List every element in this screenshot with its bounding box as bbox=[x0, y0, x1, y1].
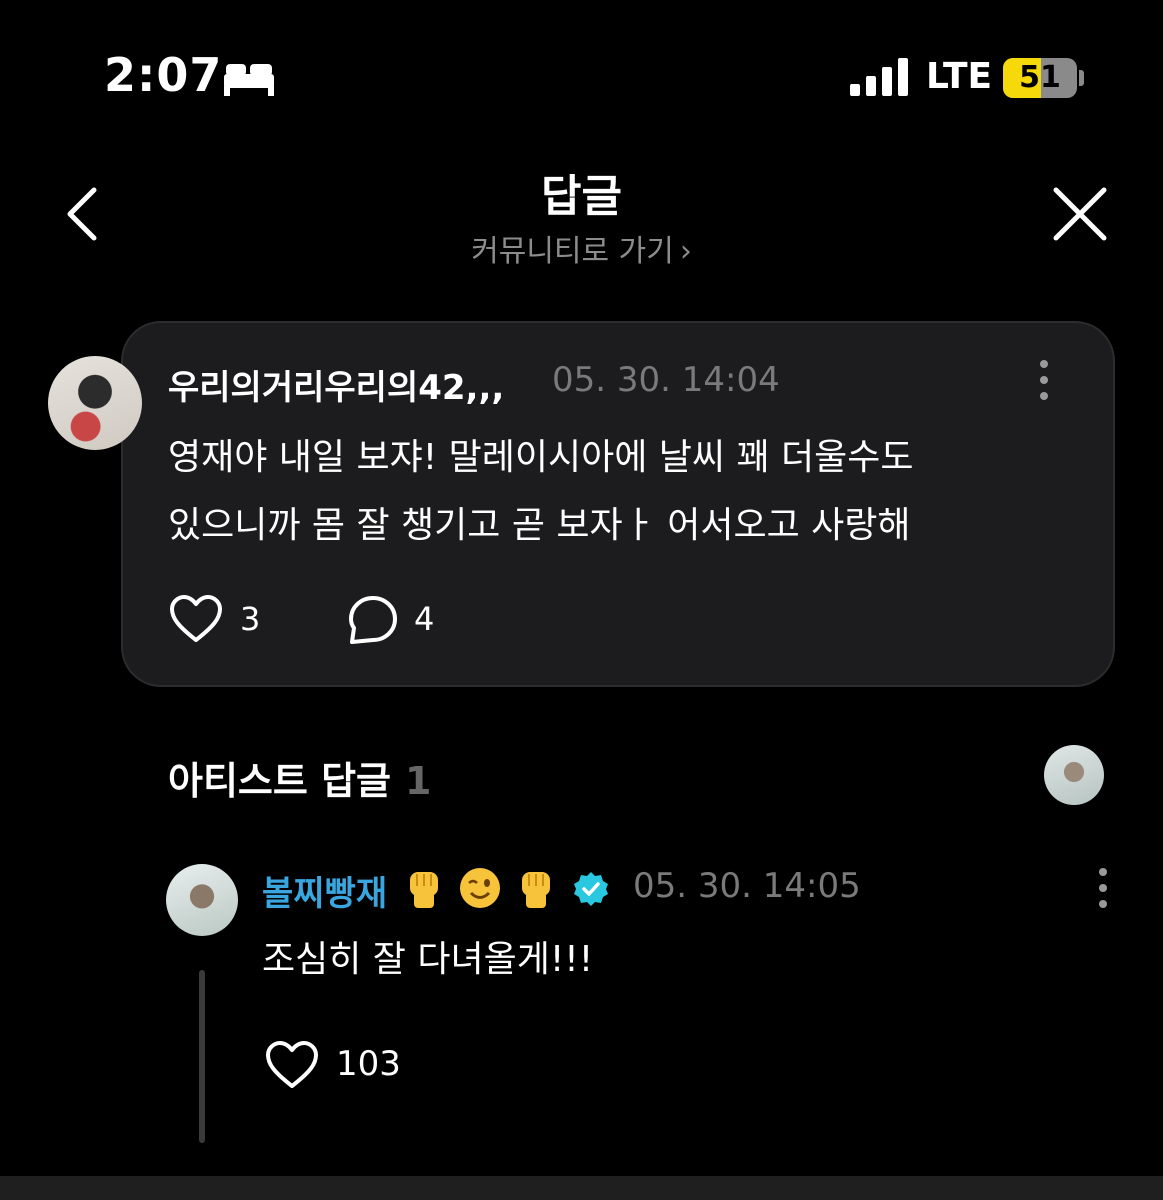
comment-timestamp: 05. 30. 14:04 bbox=[552, 360, 780, 400]
verified-badge-icon bbox=[574, 872, 608, 906]
artist-avatar[interactable] bbox=[166, 864, 238, 936]
wink-emoji-icon bbox=[460, 868, 500, 908]
battery-tip bbox=[1079, 70, 1084, 86]
thread-line bbox=[199, 970, 205, 1143]
bottom-bar bbox=[0, 1176, 1163, 1200]
status-time: 2:07 bbox=[104, 48, 223, 102]
comment-body-line-1: 영재야 내일 보쟈! 말레이시아에 날씨 꽤 더울수도 bbox=[168, 437, 914, 478]
artist-reply-timestamp: 05. 30. 14:05 bbox=[633, 866, 861, 906]
go-to-community-link[interactable]: 커뮤니티로 가기 › bbox=[0, 226, 1163, 270]
heart-icon[interactable] bbox=[168, 594, 224, 644]
heart-icon[interactable] bbox=[264, 1040, 320, 1090]
avatar[interactable] bbox=[48, 356, 142, 450]
artist-replies-heading: 아티스트 답글 1 bbox=[168, 750, 431, 805]
bed-icon bbox=[224, 64, 274, 96]
artist-username[interactable]: 볼찌빵재 bbox=[262, 866, 387, 915]
more-options-icon[interactable] bbox=[1034, 358, 1054, 402]
artist-replies-title: 아티스트 답글 bbox=[168, 759, 391, 803]
battery-level: 51 bbox=[1019, 60, 1061, 95]
like-count: 3 bbox=[240, 600, 261, 638]
battery-icon: 51 bbox=[1003, 58, 1077, 98]
close-icon[interactable] bbox=[1052, 186, 1108, 242]
comment-username[interactable]: 우리의거리우리의42,,, bbox=[168, 360, 504, 409]
fist-emoji-icon bbox=[522, 872, 550, 908]
artist-avatar-small[interactable] bbox=[1044, 745, 1104, 805]
page-title: 답글 bbox=[541, 171, 622, 222]
chevron-right-icon: › bbox=[679, 234, 692, 269]
comment-body: 영재야 내일 보쟈! 말레이시아에 날씨 꽤 더울수도 있으니까 몸 잘 챙기고… bbox=[168, 424, 1068, 560]
signal-icon bbox=[850, 58, 908, 96]
network-label: LTE bbox=[926, 56, 993, 97]
more-options-icon[interactable] bbox=[1093, 866, 1113, 910]
artist-reply-body: 조심히 잘 다녀올게!!! bbox=[262, 939, 594, 980]
artist-replies-count: 1 bbox=[405, 759, 432, 803]
community-link-label: 커뮤니티로 가기 bbox=[471, 234, 674, 269]
fist-emoji-icon bbox=[410, 872, 438, 908]
comment-bubble-icon[interactable] bbox=[346, 594, 400, 646]
artist-like-count: 103 bbox=[336, 1044, 401, 1084]
comment-body-line-2: 있으니까 몸 잘 챙기고 곧 보자ㅏ 어서오고 사랑해 bbox=[168, 505, 911, 546]
reply-count: 4 bbox=[414, 600, 435, 638]
